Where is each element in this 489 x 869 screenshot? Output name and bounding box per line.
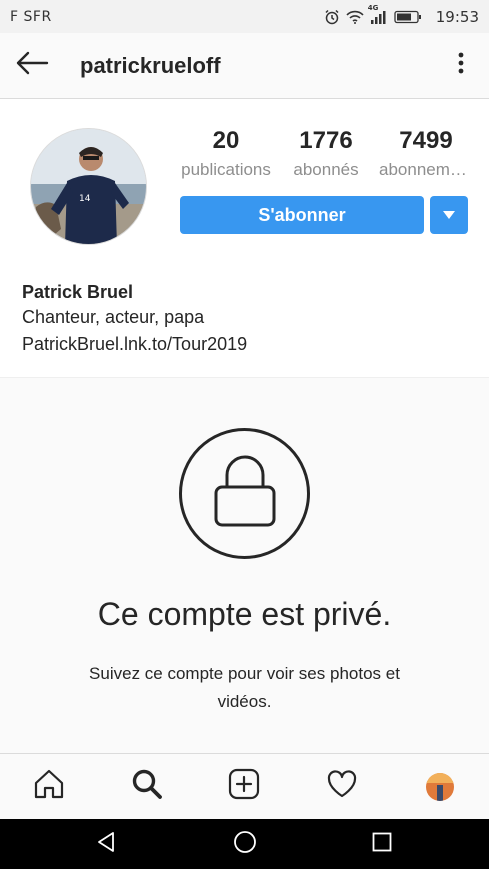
system-back-button[interactable] [77,819,137,869]
nav-new-post[interactable] [214,757,274,817]
heart-icon [326,769,358,804]
followers-count: 1776 [299,127,353,154]
battery-icon [394,10,422,24]
page-title: patrickrueloff [80,52,221,78]
triangle-back-icon [96,831,118,858]
following-label: abonnements [379,160,476,179]
caret-down-icon [443,206,455,224]
followers-label: abonnés [293,160,359,179]
system-nav-bar [0,819,489,869]
wifi-icon [346,10,364,24]
nav-home[interactable] [19,757,79,817]
lock-badge [179,428,310,559]
more-vertical-icon [458,52,464,79]
private-description: Suivez ce compte pour voir ses photos et… [89,664,400,711]
plus-square-icon [228,768,260,805]
profile-header: patrickrueloff [0,33,489,99]
alarm-icon [324,9,340,25]
nav-activity[interactable] [312,757,372,817]
profile-bio: Patrick Bruel Chanteur, acteur, papa Pat… [22,280,472,358]
follow-button[interactable]: S'abonner [180,196,424,234]
posts-label: publications [181,160,271,179]
nav-profile[interactable] [410,757,470,817]
bio-description: Chanteur, acteur, papa [22,307,205,327]
profile-summary: 14 20 publications 1776 abonnés 7499 abo… [0,100,489,260]
status-bar: F SFR 4G 19:53 [0,0,489,33]
following-count: 7499 [399,127,453,154]
profile-stats: 20 publications 1776 abonnés 7499 abonne… [176,126,476,184]
posts-count: 20 [212,127,240,154]
nav-search[interactable] [117,757,177,817]
carrier-label: F SFR [10,8,52,25]
private-account-notice: Ce compte est privé. Suivez ce compte po… [0,377,489,753]
square-recents-icon [372,832,392,857]
more-options-button[interactable] [433,33,489,99]
private-title: Ce compte est privé. [97,596,392,632]
avatar [426,772,455,801]
system-recents-button[interactable] [352,819,412,869]
circle-home-icon [233,830,257,859]
bio-link[interactable]: PatrickBruel.lnk.to/Tour2019 [22,331,472,358]
back-button[interactable] [0,33,64,99]
search-icon [131,768,163,805]
suggestions-dropdown-button[interactable] [430,196,468,234]
stat-following[interactable]: 7499 abonnements [376,126,476,184]
system-home-button[interactable] [215,819,275,869]
profile-avatar[interactable]: 14 [30,128,147,245]
full-name: Patrick Bruel [22,282,134,302]
svg-text:14: 14 [79,194,91,204]
stat-followers[interactable]: 1776 abonnés [276,126,376,184]
lock-icon [213,453,277,534]
clock-time: 19:53 [435,7,479,26]
stat-posts[interactable]: 20 publications [176,126,276,184]
arrow-left-icon [15,51,49,80]
home-icon [33,768,65,805]
network-type-label: 4G [367,3,379,12]
bottom-nav [0,753,489,819]
signal-icon: 4G [368,4,388,24]
